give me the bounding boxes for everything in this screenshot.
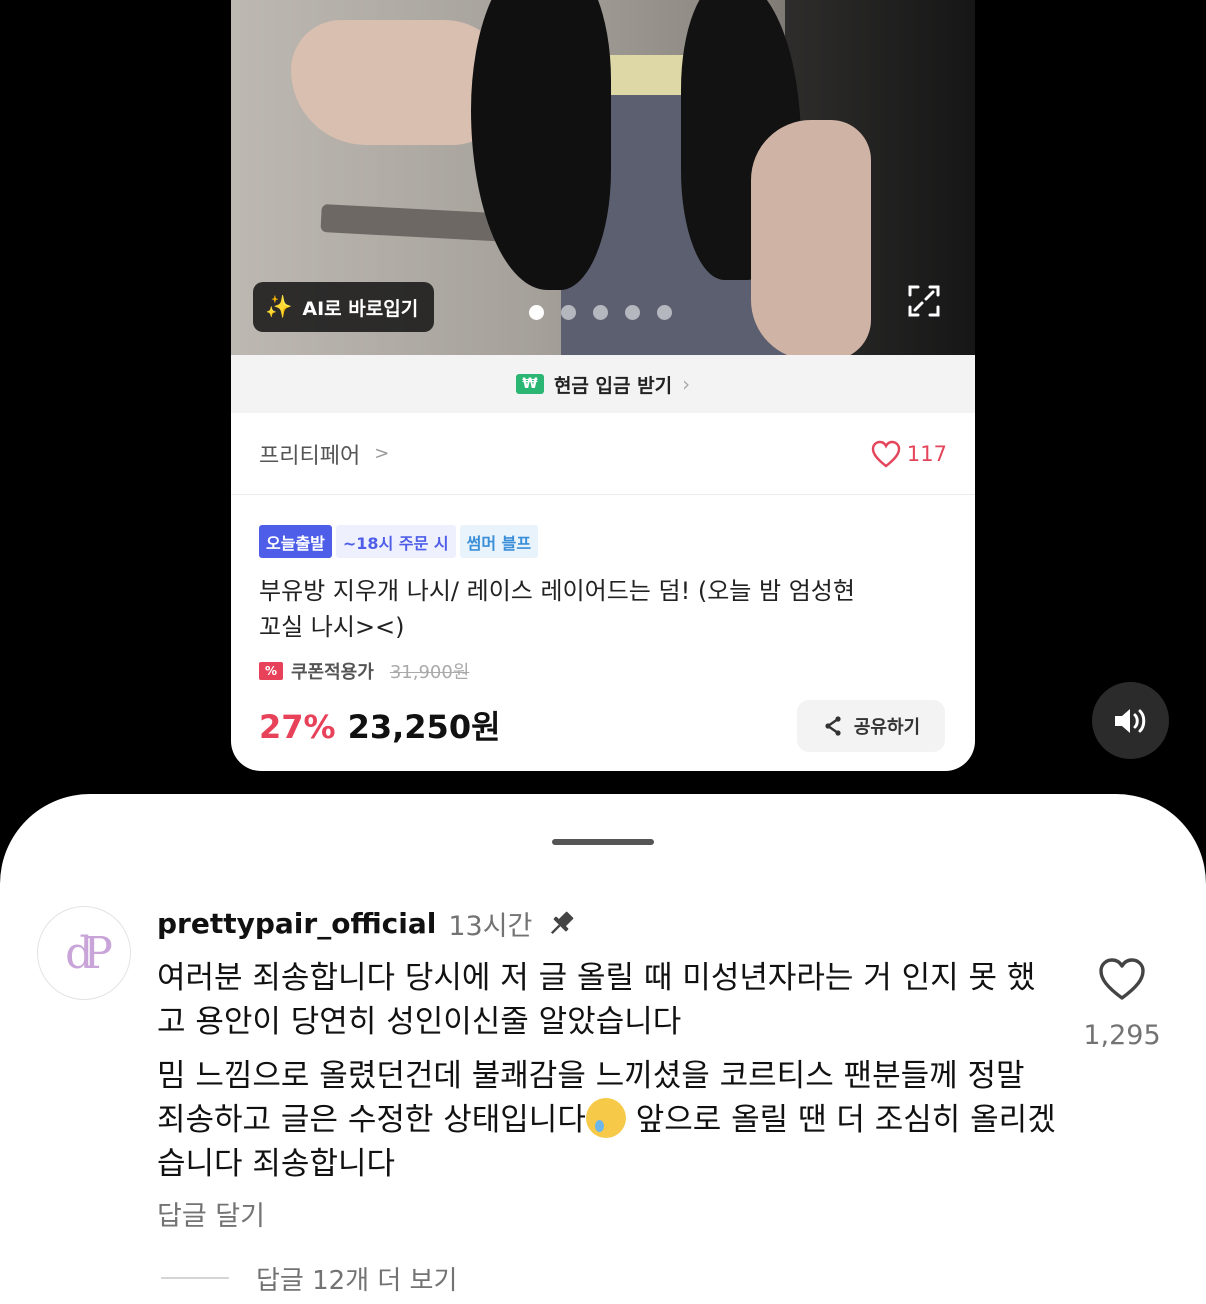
price-row: 27% 23,250원	[259, 702, 501, 748]
discount-rate: 27%	[259, 708, 336, 746]
like-count: 1,295	[1083, 1020, 1161, 1051]
product-photo[interactable]: ✨ AI로 바로입기	[231, 0, 975, 355]
avatar[interactable]: dP	[37, 906, 131, 1000]
carousel-dot[interactable]	[561, 305, 576, 320]
carousel-dot[interactable]	[657, 305, 672, 320]
share-button[interactable]: 공유하기	[797, 700, 945, 752]
product-tags: 오늘출발 ~18시 주문 시 썸머 블프	[259, 525, 539, 558]
comment-like: 1,295	[1076, 956, 1168, 1051]
chevron-right-icon: ›	[682, 372, 691, 396]
carousel-dot[interactable]	[625, 305, 640, 320]
carousel-dot[interactable]	[593, 305, 608, 320]
coupon-label: 쿠폰적용가	[291, 662, 374, 683]
carousel-dot[interactable]	[529, 305, 544, 320]
magic-wand-icon: ✨	[265, 294, 293, 320]
won-icon: ₩	[515, 374, 544, 394]
product-title-line: 꼬실 나시><)	[259, 613, 405, 641]
tag-order-deadline: ~18시 주문 시	[335, 525, 456, 558]
comment-sheet: dP prettypair_official 13시간 여러분 죄송합니다 당시…	[0, 794, 1206, 1304]
store-name[interactable]: 프리티페어	[259, 438, 360, 470]
cash-deposit-bar[interactable]: ₩ 현금 입금 받기 ›	[231, 355, 975, 413]
ai-try-on-label: AI로 바로입기	[302, 297, 419, 320]
view-more-replies-button[interactable]: 답글 12개 더 보기	[256, 1260, 457, 1297]
carousel-dots[interactable]	[529, 305, 672, 320]
comment-paragraph: 여러분 죄송합니다 당시에 저 글 올릴 때 미성년자라는 거 인지 못 했고 …	[157, 960, 1036, 1040]
wishlist-count: 117	[906, 441, 947, 466]
speaker-icon	[1114, 708, 1145, 733]
comment-username[interactable]: prettypair_official	[157, 907, 436, 940]
heart-icon	[871, 440, 901, 468]
photo-arm	[751, 120, 871, 355]
sheet-drag-handle[interactable]	[552, 839, 654, 845]
wishlist-button[interactable]: 117	[871, 440, 947, 468]
crying-face-emoji	[585, 1098, 626, 1138]
heart-icon[interactable]	[1097, 956, 1147, 1002]
store-row[interactable]: 프리티페어 > 117	[231, 413, 975, 495]
sound-toggle-button[interactable]	[1092, 682, 1169, 759]
share-icon	[825, 716, 841, 736]
comment-paragraph: 밈 느낌으로 올렸던건데 불쾌감을 느끼셨을 코르티스 팬분들께 정말 죄송하고…	[157, 1054, 1057, 1186]
product-card: ✨ AI로 바로입기 ₩ 현금 입금 받기 › 프리티페어 > 117 오늘출발…	[231, 0, 975, 771]
coupon-row: % 쿠폰적용가 31,900원	[259, 658, 469, 684]
cash-deposit-label: 현금 입금 받기	[553, 374, 673, 397]
replies-divider	[161, 1277, 229, 1279]
avatar-logo: dP	[65, 927, 113, 979]
product-title-line: 부유방 지우개 나시/ 레이스 레이어드는 덤! (오늘 밤 엄성현	[259, 577, 855, 605]
ai-try-on-button[interactable]: ✨ AI로 바로입기	[253, 282, 435, 332]
tag-today-shipping: 오늘출발	[259, 525, 332, 558]
sale-price: 23,250원	[347, 708, 501, 746]
pin-icon	[551, 911, 574, 934]
original-price: 31,900원	[389, 662, 470, 683]
product-title: 부유방 지우개 나시/ 레이스 레이어드는 덤! (오늘 밤 엄성현 꼬실 나시…	[259, 573, 939, 645]
fullscreen-icon[interactable]	[907, 284, 941, 318]
comment-header: prettypair_official 13시간	[157, 904, 578, 943]
reply-button[interactable]: 답글 달기	[157, 1194, 265, 1233]
tag-summer-sale: 썸머 블프	[459, 525, 539, 558]
comment-timestamp: 13시간	[448, 911, 533, 942]
chevron-right-icon: >	[374, 443, 390, 464]
coupon-icon: %	[259, 662, 283, 680]
comment-body: 여러분 죄송합니다 당시에 저 글 올릴 때 미성년자라는 거 인지 못 했고 …	[157, 956, 1057, 1186]
share-label: 공유하기	[853, 717, 921, 738]
